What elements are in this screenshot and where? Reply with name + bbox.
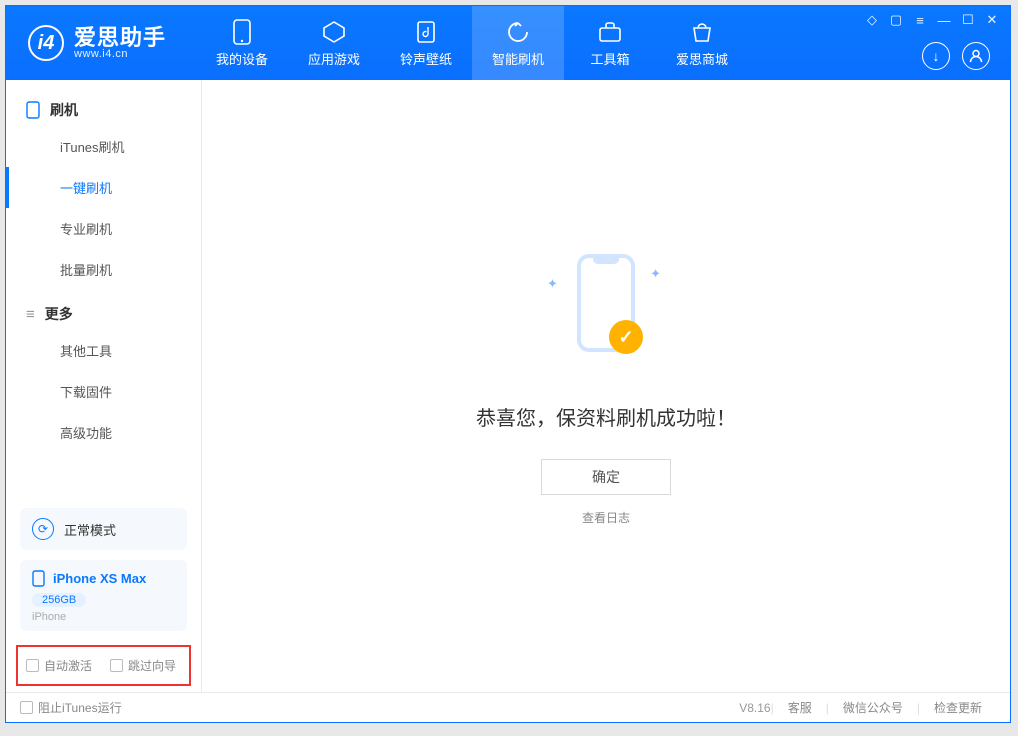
checkbox-icon [26, 659, 39, 672]
device-icon [229, 19, 255, 45]
download-button[interactable]: ↓ [922, 42, 950, 70]
flash-options-highlight: 自动激活 跳过向导 [16, 645, 191, 686]
success-illustration: ✦ ✦ ✓ [541, 246, 671, 376]
main-content: ✦ ✦ ✓ 恭喜您，保资料刷机成功啦！ 确定 查看日志 [202, 80, 1010, 692]
footer-link-support[interactable]: 客服 [774, 699, 826, 716]
body: 刷机 iTunes刷机 一键刷机 专业刷机 批量刷机 ≡ 更多 其他工具 下载固… [6, 80, 1010, 692]
tab-label: 工具箱 [590, 49, 629, 68]
device-type: iPhone [32, 611, 175, 623]
tab-label: 爱思商城 [676, 49, 728, 68]
feedback-icon[interactable]: ▢ [888, 12, 904, 28]
list-icon: ≡ [26, 306, 35, 323]
device-name-row: iPhone XS Max [32, 570, 175, 587]
maximize-icon[interactable]: ☐ [960, 12, 976, 28]
sidebar-item-oneclick-flash[interactable]: 一键刷机 [6, 167, 201, 208]
sidebar-group-title: 更多 [45, 304, 73, 324]
footer-link-update[interactable]: 检查更新 [920, 699, 996, 716]
sidebar-item-pro-flash[interactable]: 专业刷机 [6, 208, 201, 249]
checkbox-skip-guide[interactable]: 跳过向导 [110, 657, 176, 674]
flash-icon [505, 19, 531, 45]
tab-label: 铃声壁纸 [400, 49, 452, 68]
skin-icon[interactable]: ◇ [864, 12, 880, 28]
success-message: 恭喜您，保资料刷机成功啦！ [476, 402, 736, 431]
app-subtitle: www.i4.cn [74, 49, 166, 61]
device-info-card[interactable]: iPhone XS Max 256GB iPhone [20, 560, 187, 631]
title-bar: i4 爱思助手 www.i4.cn 我的设备 应用游戏 [6, 6, 1010, 80]
app-title: 爱思助手 [74, 26, 166, 49]
apps-icon [321, 19, 347, 45]
device-mode-card[interactable]: ⟳ 正常模式 [20, 508, 187, 550]
sidebar-group-title: 刷机 [50, 100, 78, 120]
toolbox-icon [597, 19, 623, 45]
sidebar-item-download-firmware[interactable]: 下载固件 [6, 371, 201, 412]
shop-icon [689, 19, 715, 45]
success-check-icon: ✓ [609, 320, 643, 354]
sidebar-item-itunes-flash[interactable]: iTunes刷机 [6, 126, 201, 167]
user-button[interactable] [962, 42, 990, 70]
window-controls: ◇ ▢ ≡ — ☐ ✕ [864, 12, 1000, 28]
checkbox-icon [110, 659, 123, 672]
minimize-icon[interactable]: — [936, 12, 952, 28]
tab-label: 智能刷机 [492, 49, 544, 68]
view-log-link[interactable]: 查看日志 [582, 509, 630, 526]
tab-label: 应用游戏 [308, 49, 360, 68]
ok-button[interactable]: 确定 [541, 459, 671, 495]
device-storage-badge: 256GB [32, 593, 86, 607]
sidebar-scroll: 刷机 iTunes刷机 一键刷机 专业刷机 批量刷机 ≡ 更多 其他工具 下载固… [6, 80, 201, 498]
checkbox-auto-activate[interactable]: 自动激活 [26, 657, 92, 674]
sidebar-group-more: ≡ 更多 [6, 290, 201, 330]
device-name: iPhone XS Max [53, 571, 146, 586]
logo-area: i4 爱思助手 www.i4.cn [6, 6, 196, 80]
device-panel: ⟳ 正常模式 iPhone XS Max 256GB iPhone [6, 498, 201, 637]
version-label: V8.16 [739, 701, 770, 715]
sidebar-item-advanced[interactable]: 高级功能 [6, 412, 201, 453]
app-window: i4 爱思助手 www.i4.cn 我的设备 应用游戏 [5, 5, 1011, 723]
device-mode-label: 正常模式 [64, 520, 116, 539]
tab-label: 我的设备 [216, 49, 268, 68]
app-title-block: 爱思助手 www.i4.cn [74, 26, 166, 61]
phone-notch-icon [593, 258, 619, 264]
tab-toolbox[interactable]: 工具箱 [564, 6, 656, 80]
sidebar: 刷机 iTunes刷机 一键刷机 专业刷机 批量刷机 ≡ 更多 其他工具 下载固… [6, 80, 202, 692]
footer-link-wechat[interactable]: 微信公众号 [829, 699, 917, 716]
status-bar: 阻止iTunes运行 V8.16 | 客服 | 微信公众号 | 检查更新 [6, 692, 1010, 722]
mode-status-icon: ⟳ [32, 518, 54, 540]
sidebar-item-batch-flash[interactable]: 批量刷机 [6, 249, 201, 290]
sidebar-item-other-tools[interactable]: 其他工具 [6, 330, 201, 371]
device-phone-icon [32, 570, 45, 587]
checkbox-label: 跳过向导 [128, 657, 176, 674]
checkbox-label: 阻止iTunes运行 [38, 699, 122, 716]
close-icon[interactable]: ✕ [984, 12, 1000, 28]
tab-smart-flash[interactable]: 智能刷机 [472, 6, 564, 80]
tab-shop[interactable]: 爱思商城 [656, 6, 748, 80]
ringtone-icon [413, 19, 439, 45]
sidebar-group-flash: 刷机 [6, 86, 201, 126]
header-actions: ↓ [922, 42, 990, 70]
checkbox-label: 自动激活 [44, 657, 92, 674]
checkbox-block-itunes[interactable]: 阻止iTunes运行 [20, 699, 122, 716]
app-logo-icon: i4 [28, 25, 64, 61]
sparkle-icon: ✦ [547, 276, 558, 292]
tab-my-device[interactable]: 我的设备 [196, 6, 288, 80]
tab-ringtones[interactable]: 铃声壁纸 [380, 6, 472, 80]
tab-apps[interactable]: 应用游戏 [288, 6, 380, 80]
phone-icon [26, 101, 40, 119]
sparkle-icon: ✦ [650, 266, 661, 282]
menu-icon[interactable]: ≡ [912, 12, 928, 28]
checkbox-icon [20, 701, 33, 714]
